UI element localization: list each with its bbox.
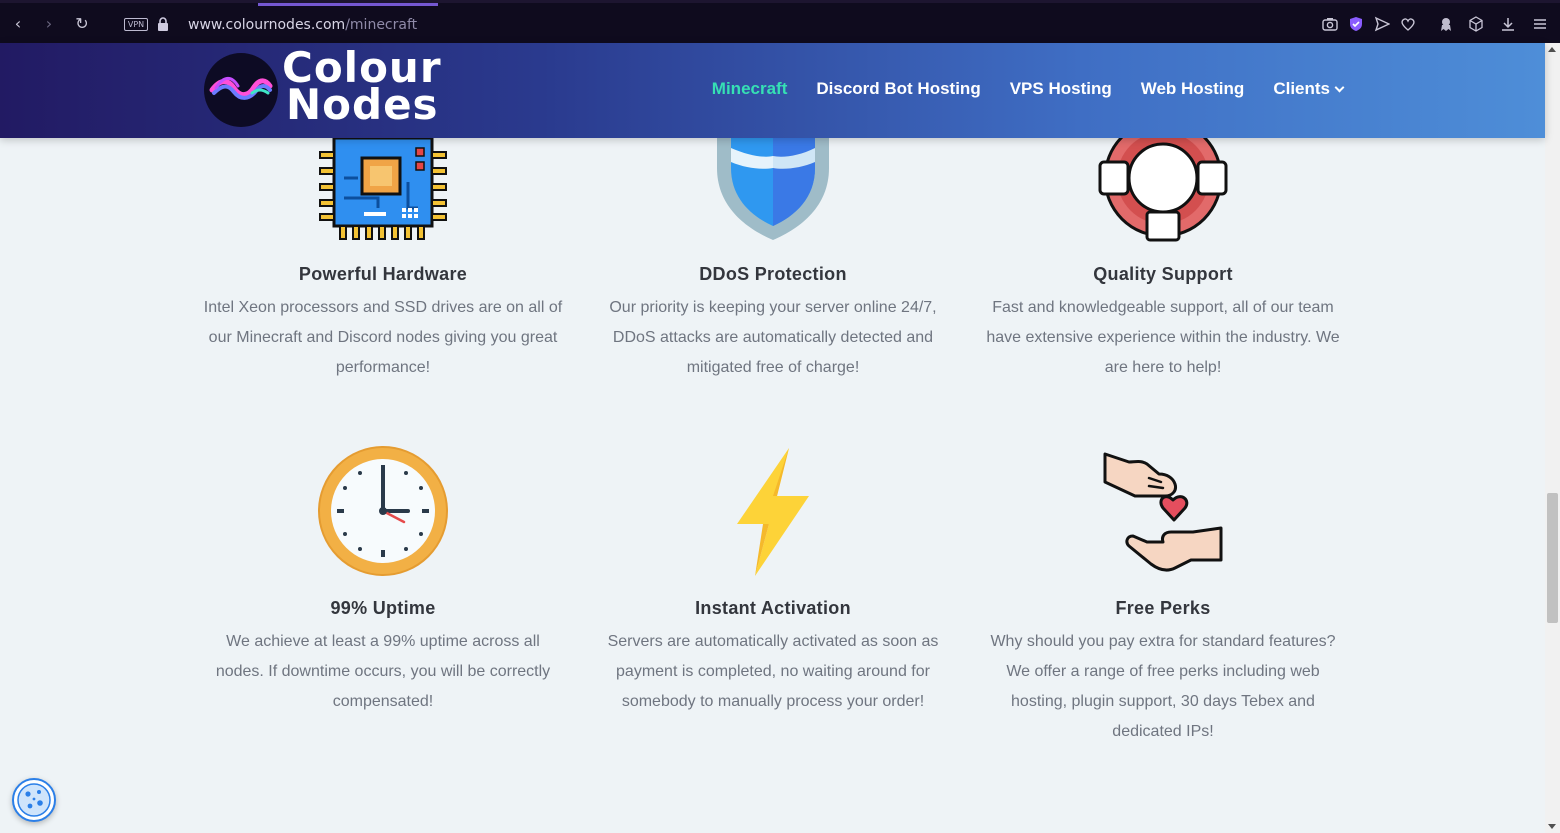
- feature-description: Fast and knowledgeable support, all of o…: [986, 299, 1340, 376]
- url-host: www.colournodes.com: [188, 17, 346, 33]
- nav-minecraft[interactable]: Minecraft: [712, 79, 788, 99]
- lifebuoy-icon: [1098, 138, 1228, 242]
- feature-description: Our priority is keeping your server onli…: [609, 299, 937, 376]
- nav-vps-hosting[interactable]: VPS Hosting: [1010, 79, 1112, 99]
- active-tab-indicator: [258, 3, 438, 6]
- feature-title: 99% Uptime: [330, 598, 436, 618]
- feature-powerful-hardware: Powerful Hardware Intel Xeon processors …: [193, 138, 573, 383]
- shield-extension-icon[interactable]: [1348, 16, 1364, 32]
- lock-icon[interactable]: [157, 17, 169, 31]
- heart-icon[interactable]: [1400, 16, 1416, 32]
- cube-icon[interactable]: [1468, 16, 1484, 32]
- feature-uptime: 99% Uptime We achieve at least a 99% upt…: [193, 446, 573, 717]
- back-icon[interactable]: ‹: [9, 15, 27, 33]
- feature-free-perks: Free Perks Why should you pay extra for …: [973, 446, 1353, 747]
- browser-toolbar: ‹ › ↻ VPN www.colournodes.com/minecraft: [0, 0, 1560, 43]
- profile-ghost-icon[interactable]: [1438, 16, 1454, 32]
- nav-discord-bot-hosting[interactable]: Discord Bot Hosting: [816, 79, 980, 99]
- nav-web-hosting[interactable]: Web Hosting: [1141, 79, 1245, 99]
- feature-description: Intel Xeon processors and SSD drives are…: [203, 299, 563, 376]
- feature-description: We achieve at least a 99% uptime across …: [215, 633, 551, 710]
- feature-title: DDoS Protection: [699, 264, 847, 284]
- feature-quality-support: Quality Support Fast and knowledgeable s…: [973, 138, 1353, 383]
- send-icon[interactable]: [1374, 16, 1390, 32]
- logo-wordmark[interactable]: Colour Nodes: [282, 47, 442, 129]
- logo-icon[interactable]: [204, 53, 278, 127]
- feature-title: Instant Activation: [695, 598, 851, 618]
- vpn-badge[interactable]: VPN: [124, 18, 148, 31]
- url-path: /minecraft: [345, 17, 418, 33]
- shield-icon: [717, 138, 829, 240]
- feature-title: Quality Support: [1093, 264, 1233, 284]
- chevron-down-icon: [1334, 82, 1345, 93]
- camera-icon[interactable]: [1322, 16, 1338, 32]
- feature-description: Why should you pay extra for standard fe…: [990, 633, 1336, 740]
- page-scrollbar[interactable]: [1545, 43, 1560, 833]
- clock-icon: [318, 446, 448, 576]
- feature-ddos-protection: DDoS Protection Our priority is keeping …: [583, 138, 963, 383]
- download-icon[interactable]: [1500, 16, 1516, 32]
- address-bar[interactable]: www.colournodes.com/minecraft: [188, 17, 417, 33]
- cookie-settings-button[interactable]: [12, 778, 56, 822]
- site-header: Colour Nodes Minecraft Discord Bot Hosti…: [0, 43, 1545, 138]
- scroll-up-icon[interactable]: [1548, 47, 1556, 52]
- scroll-down-icon[interactable]: [1548, 824, 1556, 829]
- nav-clients-label: Clients: [1273, 79, 1330, 98]
- forward-icon[interactable]: ›: [40, 15, 58, 33]
- cpu-icon: [319, 138, 447, 240]
- feature-title: Powerful Hardware: [298, 264, 468, 284]
- feature-title: Free Perks: [1115, 598, 1211, 618]
- reload-icon[interactable]: ↻: [73, 15, 91, 33]
- lightning-icon: [737, 448, 809, 576]
- logo-line-2: Nodes: [286, 80, 439, 129]
- feature-instant-activation: Instant Activation Servers are automatic…: [583, 446, 963, 717]
- giving-heart-icon: [1103, 452, 1223, 572]
- feature-description: Servers are automatically activated as s…: [607, 633, 939, 710]
- menu-icon[interactable]: [1532, 16, 1548, 32]
- cookie-icon: [17, 783, 51, 817]
- nav-clients[interactable]: Clients: [1273, 79, 1345, 99]
- main-nav: Minecraft Discord Bot Hosting VPS Hostin…: [683, 79, 1345, 99]
- scroll-thumb[interactable]: [1547, 493, 1558, 623]
